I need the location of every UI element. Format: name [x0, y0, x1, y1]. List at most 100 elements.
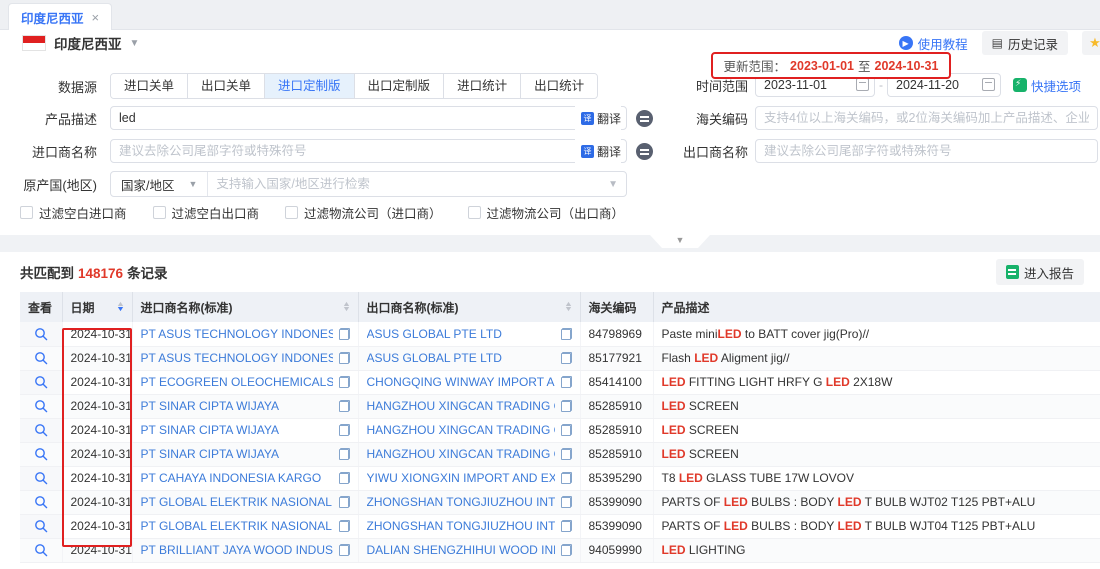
translate-button[interactable]: 译 翻译	[575, 139, 621, 163]
filter-checkbox[interactable]: 过滤空白出口商	[153, 203, 260, 222]
quick-options-icon	[1013, 78, 1027, 92]
sort-desc-icon[interactable]: ▼	[564, 307, 573, 312]
copy-icon[interactable]	[561, 496, 572, 508]
filter-checkbox[interactable]: 过滤物流公司（出口商）	[468, 203, 625, 222]
filter-checkbox[interactable]: 过滤物流公司（进口商）	[285, 203, 442, 222]
importer-input[interactable]	[110, 139, 627, 163]
product-desc-cell: Flash LED Aligment jig//	[653, 346, 1100, 370]
magnifier-icon	[34, 543, 48, 557]
view-detail-button[interactable]	[20, 514, 62, 538]
exclude-filter-icon[interactable]	[636, 110, 653, 127]
copy-icon[interactable]	[339, 424, 350, 436]
favorite-button[interactable]: ★	[1082, 31, 1100, 55]
company-link[interactable]: ASUS GLOBAL PTE LTD	[367, 351, 572, 365]
copy-icon[interactable]	[339, 352, 350, 364]
view-detail-button[interactable]	[20, 442, 62, 466]
copy-icon[interactable]	[561, 424, 572, 436]
data-source-tab[interactable]: 出口定制版	[355, 74, 445, 98]
company-link[interactable]: HANGZHOU XINGCAN TRADING CO LTD	[367, 399, 572, 413]
hs-code-input[interactable]	[755, 106, 1098, 130]
product-desc-input[interactable]	[110, 106, 627, 130]
copy-icon[interactable]	[339, 376, 350, 388]
chevron-down-icon[interactable]: ▼	[130, 38, 140, 49]
company-link[interactable]: CHONGQING WINWAY IMPORT AND E...	[367, 375, 572, 389]
view-detail-button[interactable]	[20, 466, 62, 490]
origin-search-input[interactable]	[208, 177, 608, 191]
column-header[interactable]: 进口商名称(标准)▲▼	[132, 292, 358, 322]
origin-select[interactable]: 国家/地区 ▼	[111, 172, 208, 196]
company-link[interactable]: PT SINAR CIPTA WIJAYA	[141, 447, 350, 461]
company-link[interactable]: PT CAHAYA INDONESIA KARGO	[141, 471, 350, 485]
copy-icon[interactable]	[561, 448, 572, 460]
enter-report-button[interactable]: 进入报告	[996, 259, 1084, 285]
tutorial-link[interactable]: ▶ 使用教程	[899, 34, 968, 53]
copy-icon[interactable]	[561, 520, 572, 532]
sort-desc-icon[interactable]: ▼	[342, 307, 351, 312]
copy-icon[interactable]	[339, 544, 350, 556]
company-link[interactable]: ZHONGSHAN TONGJIUZHOU INTERNA...	[367, 519, 572, 533]
company-link[interactable]: PT SINAR CIPTA WIJAYA	[141, 423, 350, 437]
view-detail-button[interactable]	[20, 538, 62, 562]
copy-icon[interactable]	[561, 328, 572, 340]
view-detail-button[interactable]	[20, 322, 62, 346]
company-link[interactable]: HANGZHOU XINGCAN TRADING CO LTD	[367, 447, 572, 461]
view-detail-button[interactable]	[20, 346, 62, 370]
company-link[interactable]: DALIAN SHENGZHIHUI WOOD INDUST...	[367, 543, 572, 557]
copy-icon[interactable]	[339, 400, 350, 412]
table-row: 2024-10-31PT CAHAYA INDONESIA KARGOYIWU …	[20, 466, 1100, 490]
chevron-down-icon[interactable]: ▼	[608, 179, 626, 190]
country-name: 印度尼西亚	[54, 33, 122, 53]
view-detail-button[interactable]	[20, 394, 62, 418]
translate-button[interactable]: 译 翻译	[575, 106, 621, 130]
company-link[interactable]: PT BRILLIANT JAYA WOOD INDUSTRY	[141, 543, 350, 557]
company-link[interactable]: ASUS GLOBAL PTE LTD	[367, 327, 572, 341]
view-detail-button[interactable]	[20, 490, 62, 514]
copy-icon[interactable]	[339, 472, 350, 484]
origin-control: 国家/地区 ▼ ▼	[110, 171, 627, 197]
company-link[interactable]: ZHONGSHAN TONGJIUZHOU INTERNA...	[367, 495, 572, 509]
filter-checkbox[interactable]: 过滤空白进口商	[20, 203, 127, 222]
company-link[interactable]: PT GLOBAL ELEKTRIK NASIONAL	[141, 495, 350, 509]
company-link[interactable]: PT SINAR CIPTA WIJAYA	[141, 399, 350, 413]
data-source-tab[interactable]: 出口关单	[188, 74, 265, 98]
copy-icon[interactable]	[339, 328, 350, 340]
copy-icon[interactable]	[561, 400, 572, 412]
sort-desc-icon[interactable]: ▼	[116, 307, 125, 312]
data-source-tab[interactable]: 出口统计	[521, 74, 597, 98]
sort-icons[interactable]: ▲▼	[565, 302, 572, 312]
update-range-annotation: 更新范围：2023-01-01至2024-10-31	[711, 52, 951, 79]
company-link[interactable]: PT ASUS TECHNOLOGY INDONESIA BA...	[141, 351, 350, 365]
exporter-input[interactable]	[755, 139, 1098, 163]
company-link[interactable]: PT GLOBAL ELEKTRIK NASIONAL	[141, 519, 350, 533]
copy-icon[interactable]	[339, 520, 350, 532]
data-source-tab[interactable]: 进口统计	[444, 74, 521, 98]
company-link[interactable]: YIWU XIONGXIN IMPORT AND EXPORT...	[367, 471, 572, 485]
exporter-cell: ZHONGSHAN TONGJIUZHOU INTERNA...	[358, 490, 580, 514]
copy-icon[interactable]	[339, 496, 350, 508]
copy-icon[interactable]	[561, 352, 572, 364]
view-detail-button[interactable]	[20, 370, 62, 394]
company-link[interactable]: HANGZHOU XINGCAN TRADING CO LTD	[367, 423, 572, 437]
view-detail-button[interactable]	[20, 418, 62, 442]
company-link[interactable]: PT ECOGREEN OLEOCHEMICALS	[141, 375, 350, 389]
collapse-panel-button[interactable]: ▼	[650, 235, 710, 248]
calendar-icon[interactable]	[982, 78, 995, 91]
country-tab[interactable]: 印度尼西亚 ×	[8, 3, 112, 30]
copy-icon[interactable]	[561, 544, 572, 556]
sort-icons[interactable]: ▲▼	[117, 302, 124, 312]
product-desc-cell: Paste miniLED to BATT cover jig(Pro)//	[653, 322, 1100, 346]
column-header[interactable]: 出口商名称(标准)▲▼	[358, 292, 580, 322]
copy-icon[interactable]	[561, 376, 572, 388]
sort-icons[interactable]: ▲▼	[343, 302, 350, 312]
company-link[interactable]: PT ASUS TECHNOLOGY INDONESIA BA...	[141, 327, 350, 341]
calendar-icon[interactable]	[856, 78, 869, 91]
column-header[interactable]: 日期▲▼	[62, 292, 132, 322]
close-icon[interactable]: ×	[92, 10, 100, 25]
quick-options-link[interactable]: 快捷选项	[1013, 76, 1081, 95]
copy-icon[interactable]	[339, 448, 350, 460]
exclude-filter-icon[interactable]	[636, 143, 653, 160]
data-source-tab[interactable]: 进口定制版	[265, 74, 355, 98]
copy-icon[interactable]	[561, 472, 572, 484]
history-button[interactable]: ▤ 历史记录	[982, 31, 1068, 55]
data-source-tab[interactable]: 进口关单	[111, 74, 188, 98]
